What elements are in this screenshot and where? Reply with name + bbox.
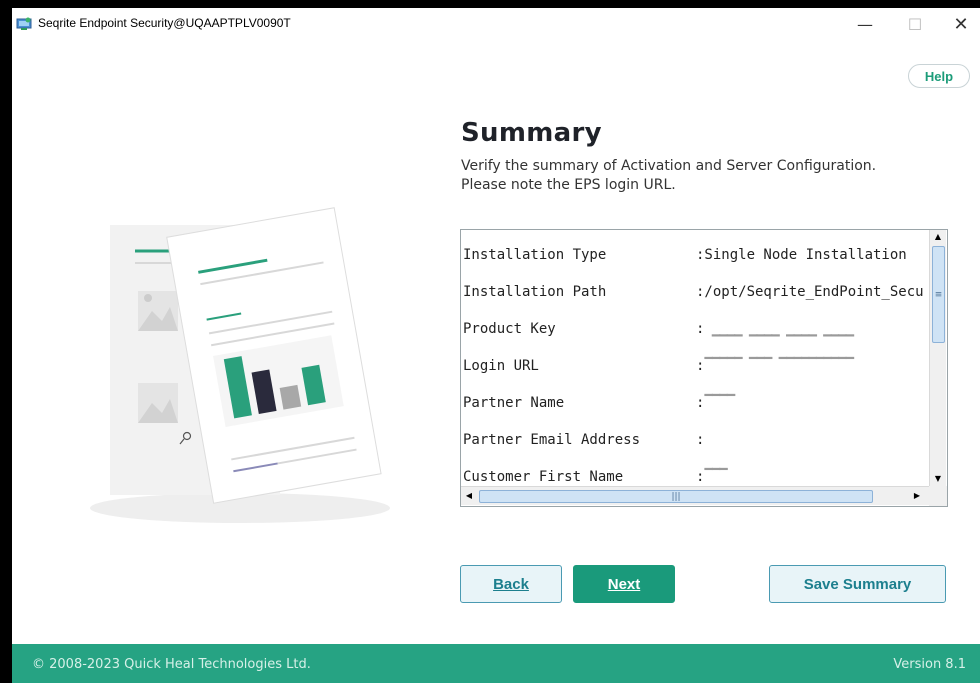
maximize-button[interactable]: ☐ xyxy=(900,12,930,36)
horizontal-scroll-thumb[interactable]: ||| xyxy=(479,490,873,503)
row-value: : xyxy=(696,432,705,448)
row-value: :▔▔▔▔ xyxy=(696,395,735,411)
horizontal-scrollbar[interactable]: ◀ ||| ▶ xyxy=(461,486,929,505)
redacted-value: ▔▔▔▔▔ ▔▔▔ ▔▔▔▔▔▔▔▔▔▔ xyxy=(704,358,854,374)
title-bar: Seqrite Endpoint Security@UQAAPTPLV0090T… xyxy=(12,8,980,40)
scroll-up-icon[interactable]: ▲ xyxy=(930,230,946,244)
summary-row: Partner Email Address : xyxy=(463,432,929,452)
summary-row: Product Key : ▁▁▁▁ ▁▁▁▁ ▁▁▁▁ ▁▁▁▁ xyxy=(463,321,929,341)
next-button[interactable]: Next xyxy=(573,565,675,603)
row-label: Product Key xyxy=(463,321,556,337)
installer-window: Seqrite Endpoint Security@UQAAPTPLV0090T… xyxy=(12,8,980,683)
copyright-text: © 2008-2023 Quick Heal Technologies Ltd. xyxy=(32,657,311,672)
close-button[interactable]: ✕ xyxy=(946,12,976,36)
row-value: :▔▔▔ xyxy=(696,469,728,485)
row-label: Customer First Name xyxy=(463,469,624,485)
summary-row: Login URL :▔▔▔▔▔ ▔▔▔ ▔▔▔▔▔▔▔▔▔▔ xyxy=(463,358,929,378)
summary-row: Installation Type :Single Node Installat… xyxy=(463,247,929,267)
subtitle-line-2: Please note the EPS login URL. xyxy=(461,177,676,193)
summary-row: Installation Path :/opt/Seqrite_EndPoint… xyxy=(463,284,929,304)
window-title: Seqrite Endpoint Security@UQAAPTPLV0090T xyxy=(38,16,291,30)
subtitle-line-1: Verify the summary of Activation and Ser… xyxy=(461,158,877,174)
app-icon xyxy=(16,16,32,32)
version-text: Version 8.1 xyxy=(893,657,966,672)
row-value: : ▁▁▁▁ ▁▁▁▁ ▁▁▁▁ ▁▁▁▁ xyxy=(696,321,854,337)
help-button[interactable]: Help xyxy=(908,64,970,88)
redacted-value: ▁▁▁▁ ▁▁▁▁ ▁▁▁▁ ▁▁▁▁ xyxy=(704,321,854,337)
document-illustration-icon xyxy=(90,207,390,523)
footer-bar: © 2008-2023 Quick Heal Technologies Ltd.… xyxy=(12,644,980,683)
scroll-left-icon[interactable]: ◀ xyxy=(461,487,477,505)
save-summary-button[interactable]: Save Summary xyxy=(769,565,946,603)
row-label: Installation Type xyxy=(463,247,607,263)
summary-text-area[interactable]: Installation Type :Single Node Installat… xyxy=(460,229,948,507)
redacted-value: ▔▔▔ xyxy=(704,469,727,485)
redacted-value: ▔▔▔▔ xyxy=(704,395,735,411)
row-label: Login URL xyxy=(463,358,539,374)
scroll-right-icon[interactable]: ▶ xyxy=(909,487,925,505)
summary-row: Customer First Name :▔▔▔ xyxy=(463,469,929,486)
vertical-scroll-thumb[interactable]: ≡ xyxy=(932,246,945,343)
page-subtitle: Verify the summary of Activation and Ser… xyxy=(461,157,876,195)
summary-rows: Installation Type :Single Node Installat… xyxy=(461,230,929,486)
summary-row: Partner Name :▔▔▔▔ xyxy=(463,395,929,415)
back-button[interactable]: Back xyxy=(460,565,562,603)
row-label: Partner Name xyxy=(463,395,565,411)
scroll-down-icon[interactable]: ▼ xyxy=(930,472,946,486)
row-value: :/opt/Seqrite_EndPoint_Secu xyxy=(696,284,924,300)
row-label: Partner Email Address xyxy=(463,432,641,448)
minimize-button[interactable]: — xyxy=(850,12,880,36)
vertical-scrollbar[interactable]: ▲ ≡ ▼ xyxy=(929,230,946,486)
page-title: Summary xyxy=(461,118,602,148)
row-value: :▔▔▔▔▔ ▔▔▔ ▔▔▔▔▔▔▔▔▔▔ xyxy=(696,358,854,374)
scrollbar-corner xyxy=(929,486,947,506)
row-value: :Single Node Installation xyxy=(696,247,907,263)
row-label: Installation Path xyxy=(463,284,607,300)
